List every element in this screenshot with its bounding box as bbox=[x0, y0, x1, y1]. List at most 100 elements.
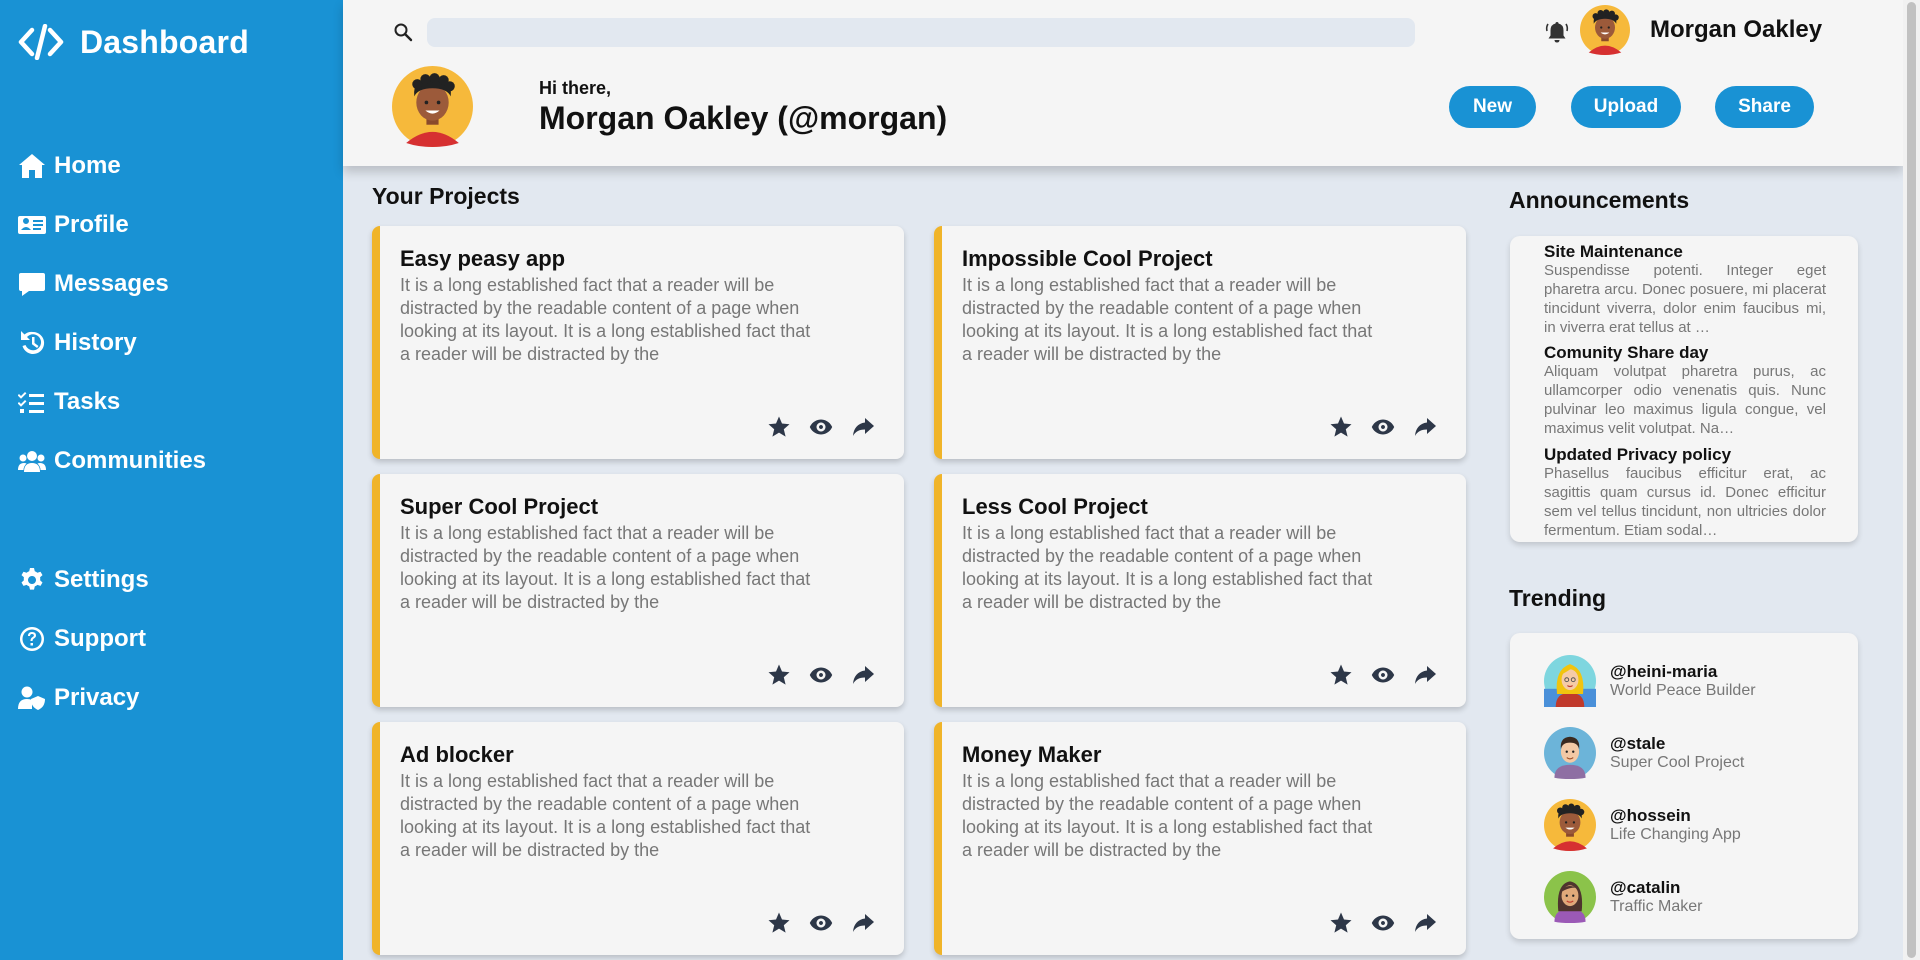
avatar bbox=[1544, 655, 1596, 707]
trending-item[interactable]: @heini-maria World Peace Builder bbox=[1544, 655, 1756, 707]
trending-item[interactable]: @catalin Traffic Maker bbox=[1544, 871, 1702, 923]
sidebar: Dashboard Home Profile Messages History … bbox=[0, 0, 343, 960]
project-description: It is a long established fact that a rea… bbox=[962, 523, 1373, 612]
project-title[interactable]: Easy peasy app bbox=[400, 246, 565, 272]
star-icon[interactable] bbox=[1328, 414, 1354, 440]
avatar bbox=[1544, 727, 1596, 779]
sidebar-item-home[interactable]: Home bbox=[18, 136, 206, 195]
user-shield-icon bbox=[18, 684, 48, 712]
trending-panel: @heini-maria World Peace Builder @stale … bbox=[1510, 633, 1858, 939]
announcements-panel: Site Maintenance Suspendisse potenti. In… bbox=[1510, 236, 1858, 542]
eye-icon[interactable] bbox=[808, 414, 834, 440]
star-icon[interactable] bbox=[1328, 910, 1354, 936]
project-title[interactable]: Money Maker bbox=[962, 742, 1101, 768]
eye-icon[interactable] bbox=[808, 910, 834, 936]
share-icon[interactable] bbox=[1412, 662, 1438, 688]
sidebar-nav-main: Home Profile Messages History Tasks Comm… bbox=[18, 136, 206, 490]
user-avatar[interactable] bbox=[1580, 5, 1630, 55]
user-name[interactable]: Morgan Oakley bbox=[1650, 16, 1822, 44]
scrollbar-thumb[interactable] bbox=[1907, 2, 1916, 958]
eye-icon[interactable] bbox=[1370, 910, 1396, 936]
announcement-text: Suspendisse potenti. Integer eget pharet… bbox=[1544, 262, 1826, 336]
sidebar-item-label: Tasks bbox=[54, 387, 121, 415]
code-icon bbox=[18, 24, 64, 60]
star-icon[interactable] bbox=[766, 414, 792, 440]
greeting: Hi there, bbox=[539, 78, 612, 98]
project-title[interactable]: Super Cool Project bbox=[400, 494, 598, 520]
project-title[interactable]: Impossible Cool Project bbox=[962, 246, 1213, 272]
share-icon[interactable] bbox=[850, 910, 876, 936]
eye-icon[interactable] bbox=[1370, 414, 1396, 440]
brand-title: Dashboard bbox=[80, 23, 249, 60]
trending-item[interactable]: @stale Super Cool Project bbox=[1544, 727, 1744, 779]
sidebar-item-communities[interactable]: Communities bbox=[18, 431, 206, 490]
sidebar-item-label: Home bbox=[54, 151, 121, 179]
profile-full-name: Morgan Oakley (@morgan) bbox=[539, 100, 948, 136]
bell-icon[interactable] bbox=[1545, 20, 1569, 44]
trending-project: Super Cool Project bbox=[1610, 754, 1745, 771]
sidebar-item-label: Communities bbox=[54, 446, 207, 474]
project-actions bbox=[1312, 910, 1438, 936]
sidebar-item-label: Profile bbox=[54, 210, 129, 238]
trending-project: Life Changing App bbox=[1610, 826, 1741, 843]
star-icon[interactable] bbox=[766, 910, 792, 936]
announcement-item[interactable]: Comunity Share day Aliquam volutpat phar… bbox=[1544, 343, 1826, 438]
share-icon[interactable] bbox=[1412, 414, 1438, 440]
sidebar-item-settings[interactable]: Settings bbox=[18, 550, 149, 609]
new-button[interactable]: New bbox=[1449, 86, 1536, 128]
sidebar-item-history[interactable]: History bbox=[18, 313, 206, 372]
announcement-title: Updated Privacy policy bbox=[1544, 445, 1732, 464]
tasks-icon bbox=[18, 388, 48, 416]
project-card[interactable]: Easy peasy app It is a long established f… bbox=[372, 226, 904, 459]
question-icon bbox=[18, 625, 48, 653]
project-card[interactable]: Money Maker It is a long established fact… bbox=[934, 722, 1466, 955]
scrollbar[interactable] bbox=[1903, 0, 1920, 960]
project-card[interactable]: Ad blocker It is a long established fact … bbox=[372, 722, 904, 955]
avatar bbox=[1544, 871, 1596, 923]
upload-button[interactable]: Upload bbox=[1571, 86, 1681, 128]
announcement-text: Aliquam volutpat pharetra purus, ac ulla… bbox=[1544, 363, 1826, 437]
search-input[interactable] bbox=[427, 18, 1415, 47]
project-card[interactable]: Less Cool Project It is a long establishe… bbox=[934, 474, 1466, 707]
sidebar-item-tasks[interactable]: Tasks bbox=[18, 372, 206, 431]
announcement-title: Site Maintenance bbox=[1544, 242, 1683, 261]
trending-handle: @stale bbox=[1610, 734, 1666, 753]
share-button[interactable]: Share bbox=[1715, 86, 1814, 128]
history-icon bbox=[18, 329, 48, 357]
star-icon[interactable] bbox=[1328, 662, 1354, 688]
sidebar-item-profile[interactable]: Profile bbox=[18, 195, 206, 254]
sidebar-item-privacy[interactable]: Privacy bbox=[18, 668, 149, 727]
header: Morgan Oakley Hi there, Morgan Oakley (@… bbox=[343, 0, 1903, 166]
sidebar-item-support[interactable]: Support bbox=[18, 609, 149, 668]
project-title[interactable]: Less Cool Project bbox=[962, 494, 1148, 520]
share-icon[interactable] bbox=[850, 414, 876, 440]
star-icon[interactable] bbox=[766, 662, 792, 688]
project-actions bbox=[750, 910, 876, 936]
project-description: It is a long established fact that a rea… bbox=[400, 523, 811, 612]
eye-icon[interactable] bbox=[808, 662, 834, 688]
profile-avatar bbox=[392, 66, 473, 147]
projects-title: Your Projects bbox=[372, 183, 520, 209]
sidebar-item-label: Privacy bbox=[54, 683, 140, 711]
avatar bbox=[1544, 799, 1596, 851]
project-card[interactable]: Impossible Cool Project It is a long esta… bbox=[934, 226, 1466, 459]
announcement-item[interactable]: Site Maintenance Suspendisse potenti. In… bbox=[1544, 242, 1826, 337]
brand[interactable]: Dashboard bbox=[18, 20, 249, 64]
announcement-text: Phasellus faucibus efficitur erat, ac sa… bbox=[1544, 465, 1826, 539]
project-title[interactable]: Ad blocker bbox=[400, 742, 514, 768]
sidebar-item-label: Support bbox=[54, 624, 146, 652]
project-description: It is a long established fact that a rea… bbox=[400, 771, 811, 860]
announcements-title: Announcements bbox=[1509, 187, 1690, 213]
search-icon[interactable] bbox=[393, 22, 413, 42]
sidebar-item-messages[interactable]: Messages bbox=[18, 254, 206, 313]
project-actions bbox=[1312, 662, 1438, 688]
share-icon[interactable] bbox=[850, 662, 876, 688]
share-icon[interactable] bbox=[1412, 910, 1438, 936]
sidebar-item-label: Settings bbox=[54, 565, 149, 593]
announcement-item[interactable]: Updated Privacy policy Phasellus faucibu… bbox=[1544, 445, 1826, 540]
project-card[interactable]: Super Cool Project It is a long establish… bbox=[372, 474, 904, 707]
eye-icon[interactable] bbox=[1370, 662, 1396, 688]
project-actions bbox=[1312, 414, 1438, 440]
message-icon bbox=[18, 270, 48, 298]
trending-item[interactable]: @hossein Life Changing App bbox=[1544, 799, 1741, 851]
